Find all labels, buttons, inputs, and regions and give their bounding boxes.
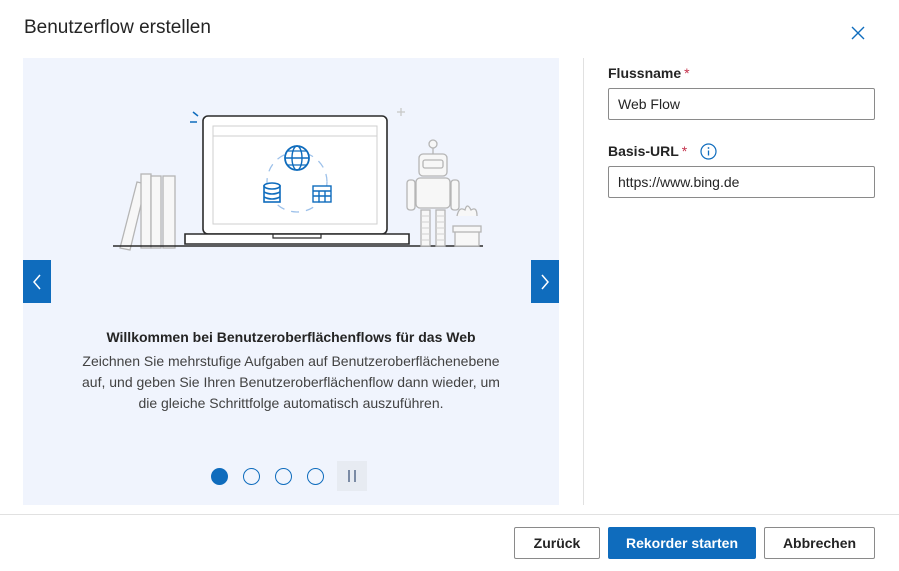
base-url-input[interactable] <box>608 166 875 198</box>
carousel-dot-2[interactable] <box>243 467 260 485</box>
carousel-dot-4[interactable] <box>307 467 324 485</box>
required-marker: * <box>681 143 688 159</box>
flow-name-label: Flussname * <box>608 65 690 81</box>
slide-description: Zeichnen Sie mehrstufige Aufgaben auf Be… <box>82 353 500 411</box>
create-user-flow-dialog: Benutzerflow erstellen Willkommen bei Be… <box>0 0 899 571</box>
dialog-title: Benutzerflow erstellen <box>24 17 211 38</box>
slide-title: Willkommen bei Benutzeroberflächenflows … <box>106 329 476 345</box>
back-button[interactable]: Zurück <box>514 527 600 559</box>
footer-divider <box>0 514 899 515</box>
info-icon[interactable] <box>700 143 717 160</box>
carousel-pause-button[interactable] <box>337 461 367 491</box>
carousel-indicators <box>211 461 367 491</box>
carousel-next-button[interactable] <box>531 260 559 303</box>
base-url-label: Basis-URL * <box>608 143 688 159</box>
chevron-right-icon <box>541 274 549 289</box>
vertical-divider <box>583 58 584 505</box>
chevron-left-icon <box>33 274 41 289</box>
required-marker: * <box>684 65 690 81</box>
carousel-prev-button[interactable] <box>23 260 51 303</box>
start-recorder-button[interactable]: Rekorder starten <box>608 527 756 559</box>
cancel-button[interactable]: Abbrechen <box>764 527 875 559</box>
close-button[interactable] <box>846 21 870 45</box>
flow-name-input[interactable] <box>608 88 875 120</box>
carousel-dot-1[interactable] <box>211 467 228 485</box>
welcome-carousel: Willkommen bei Benutzeroberflächenflows … <box>23 58 559 505</box>
laptop-illustration <box>113 108 483 251</box>
pause-icon <box>348 470 350 482</box>
close-icon <box>851 26 865 40</box>
carousel-dot-3[interactable] <box>275 467 292 485</box>
